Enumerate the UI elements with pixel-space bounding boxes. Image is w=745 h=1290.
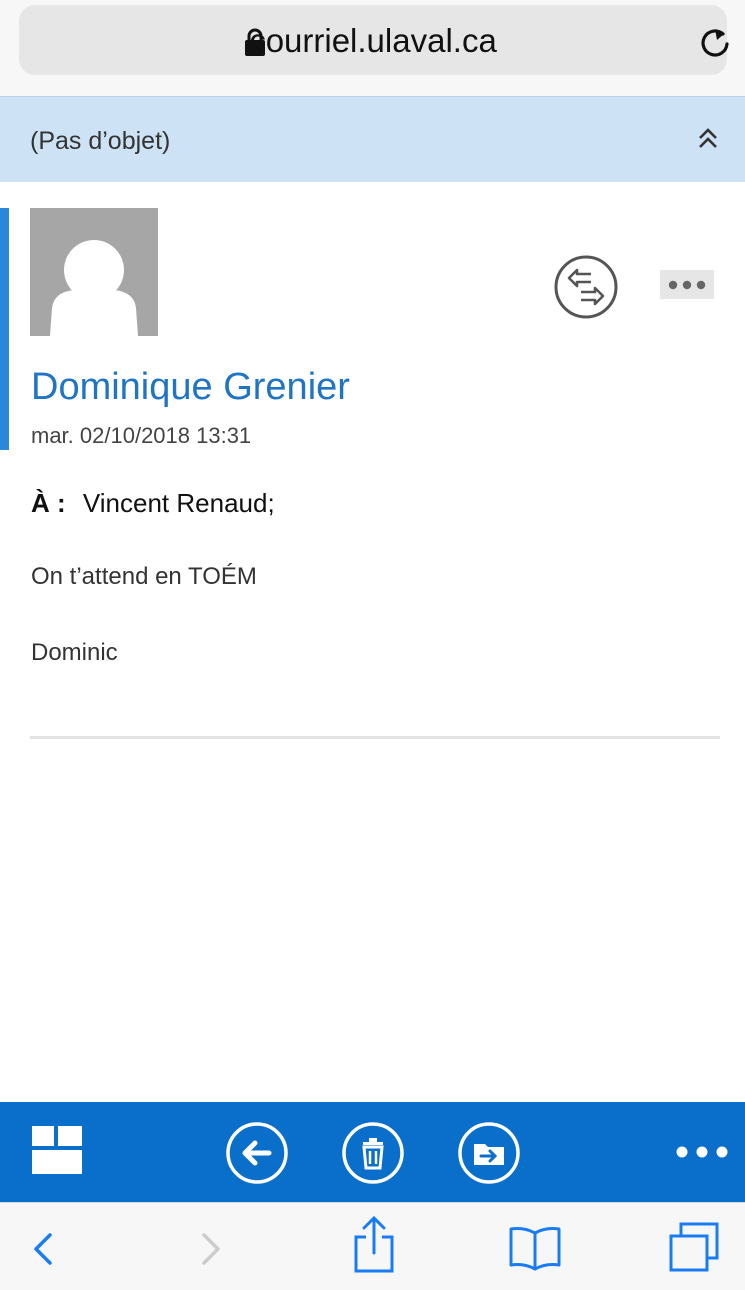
reload-icon[interactable] <box>697 25 733 61</box>
sender-name[interactable]: Dominique Grenier <box>31 366 350 409</box>
message-divider <box>30 736 720 739</box>
url-text: courriel.ulaval.ca <box>249 22 497 59</box>
message-subject: (Pas d’objet) <box>30 127 171 155</box>
move-folder-icon[interactable] <box>457 1121 521 1185</box>
chevron-right-icon[interactable] <box>196 1227 226 1271</box>
address-bar[interactable]: courriel.ulaval.ca <box>19 5 729 75</box>
recipients-line: À : Vincent Renaud; <box>31 488 275 519</box>
share-icon[interactable] <box>353 1215 395 1273</box>
mail-toolbar <box>0 1102 745 1202</box>
more-dots-icon <box>668 280 706 290</box>
grid-icon[interactable] <box>32 1126 82 1176</box>
chevron-left-icon[interactable] <box>28 1227 58 1271</box>
sender-avatar <box>30 208 158 336</box>
browser-toolbar <box>0 1202 745 1290</box>
more-actions-button[interactable] <box>660 270 714 299</box>
selection-indicator <box>0 208 9 450</box>
trash-icon[interactable] <box>341 1121 405 1185</box>
collapse-icon[interactable] <box>695 124 721 154</box>
message-signature: Dominic <box>31 639 118 666</box>
reply-all-icon[interactable] <box>553 254 619 320</box>
to-label: À : <box>31 488 66 518</box>
browser-header: courriel.ulaval.ca <box>0 0 745 96</box>
message-body-line: On t’attend en TOÉM <box>31 563 257 590</box>
subject-bar[interactable]: (Pas d’objet) <box>0 96 745 182</box>
sent-date: mar. 02/10/2018 13:31 <box>31 423 252 448</box>
more-dots-icon[interactable] <box>672 1142 732 1162</box>
recipient[interactable]: Vincent Renaud; <box>83 488 275 518</box>
back-arrow-icon[interactable] <box>225 1121 289 1185</box>
person-placeholder-icon <box>50 240 138 336</box>
bookmarks-icon[interactable] <box>508 1225 562 1271</box>
tabs-icon[interactable] <box>668 1221 720 1273</box>
